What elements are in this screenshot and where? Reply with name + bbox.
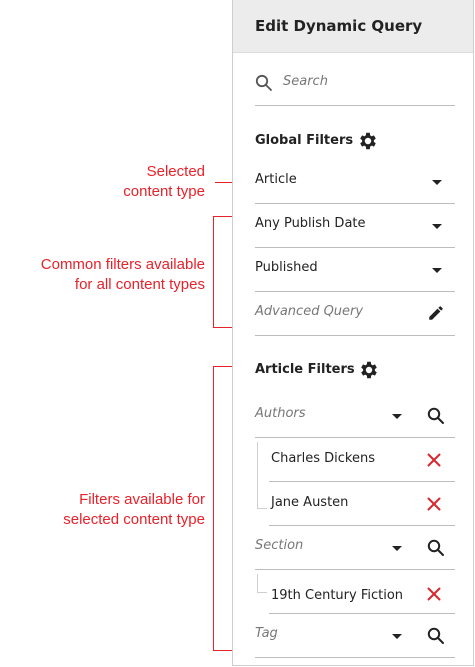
gear-icon[interactable] <box>357 130 379 152</box>
search-icon[interactable] <box>427 627 445 645</box>
tag-label: Tag <box>255 626 278 641</box>
section-filter[interactable]: Section <box>255 526 455 570</box>
authors-filter[interactable]: Authors <box>255 394 455 438</box>
author-item: Jane Austen <box>269 482 455 526</box>
annotation-line: for all content types <box>74 276 205 293</box>
chevron-down-icon[interactable] <box>392 546 402 551</box>
annotation-line: content type <box>123 183 205 200</box>
annotation-type-filters: Filters available for selected content t… <box>63 490 205 530</box>
author-item: Charles Dickens <box>269 438 455 482</box>
close-icon[interactable] <box>427 587 441 601</box>
article-filters-title: Article Filters <box>255 362 355 377</box>
content-type-select[interactable]: Article <box>255 160 455 204</box>
search-icon[interactable] <box>427 539 445 557</box>
annotation-line: Selected <box>146 163 205 180</box>
annotation-bracket <box>213 216 214 328</box>
chevron-down-icon <box>432 224 442 229</box>
authors-label: Authors <box>255 406 306 421</box>
panel-header: Edit Dynamic Query <box>233 0 473 53</box>
search-field[interactable]: Search <box>255 62 455 106</box>
publish-date-select[interactable]: Any Publish Date <box>255 204 455 248</box>
annotation-common-filters: Common filters available for all content… <box>41 255 205 295</box>
author-name: Charles Dickens <box>271 451 375 466</box>
close-icon[interactable] <box>427 497 441 511</box>
tree-connector <box>257 508 267 509</box>
search-input[interactable]: Search <box>283 74 328 89</box>
tree-connector <box>257 592 267 593</box>
chevron-down-icon <box>432 180 442 185</box>
chevron-down-icon[interactable] <box>392 634 402 639</box>
edit-dynamic-query-panel: Edit Dynamic Query Search Global Filters… <box>232 0 474 666</box>
publish-date-value: Any Publish Date <box>255 216 366 231</box>
close-icon[interactable] <box>427 453 441 467</box>
annotation-bracket <box>213 366 214 651</box>
status-select[interactable]: Published <box>255 248 455 292</box>
search-icon[interactable] <box>427 407 445 425</box>
chevron-down-icon[interactable] <box>392 414 402 419</box>
search-icon <box>255 74 272 91</box>
section-label: Section <box>255 538 304 553</box>
annotation-selected-content-type: Selected content type <box>123 162 205 202</box>
panel-title: Edit Dynamic Query <box>255 17 423 35</box>
pencil-icon[interactable] <box>427 304 445 322</box>
content-type-value: Article <box>255 172 297 187</box>
annotation-line: Filters available for <box>79 491 205 508</box>
tree-connector <box>257 442 258 508</box>
advanced-query-label: Advanced Query <box>255 304 364 319</box>
tag-filter[interactable]: Tag <box>255 614 455 658</box>
author-name: Jane Austen <box>271 495 349 510</box>
status-value: Published <box>255 260 318 275</box>
annotation-line: selected content type <box>63 511 205 528</box>
tree-connector <box>257 574 258 592</box>
chevron-down-icon <box>432 268 442 273</box>
gear-icon[interactable] <box>358 359 380 381</box>
section-name: 19th Century Fiction <box>271 588 404 603</box>
annotation-line: Common filters available <box>40 256 205 273</box>
advanced-query-field[interactable]: Advanced Query <box>255 292 455 336</box>
section-item: 19th Century Fiction <box>269 570 455 614</box>
global-filters-title: Global Filters <box>255 133 354 148</box>
